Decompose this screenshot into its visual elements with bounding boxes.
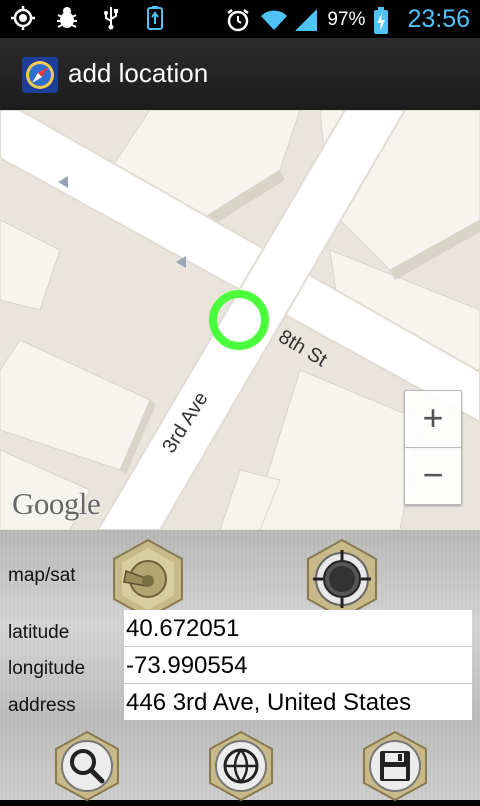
google-attribution-logo: Google: [12, 486, 101, 521]
action-bar: add location: [0, 38, 480, 112]
map-view[interactable]: 8th St 3rd Ave Google + −: [0, 110, 480, 530]
search-button[interactable]: [52, 730, 122, 806]
save-button[interactable]: [360, 730, 430, 806]
battery-settings-icon: [142, 5, 168, 31]
address-label: address: [8, 695, 76, 716]
screen-title: add location: [68, 58, 209, 88]
battery-charging-icon: [373, 6, 399, 34]
control-panel: map/sat latitude 40.672051 longitude -73…: [0, 530, 480, 802]
battery-percent: 97%: [327, 8, 366, 30]
signal-icon: [293, 7, 319, 33]
status-bar: 97% 23:56: [0, 0, 480, 38]
zoom-in-button[interactable]: +: [404, 390, 462, 448]
latitude-label: latitude: [8, 622, 70, 643]
longitude-field[interactable]: -73.990554: [124, 647, 472, 683]
compass-app-icon[interactable]: [22, 57, 58, 93]
globe-button[interactable]: [206, 730, 276, 806]
usb-icon: [98, 5, 124, 31]
latitude-field[interactable]: 40.672051: [124, 610, 472, 646]
address-field[interactable]: 446 3rd Ave, United States: [124, 684, 472, 720]
map-sat-label: map/sat: [8, 565, 76, 586]
gps-icon: [10, 5, 36, 31]
clock-time: 23:56: [407, 5, 470, 33]
zoom-out-button[interactable]: −: [404, 447, 462, 505]
wifi-icon: [259, 7, 288, 33]
alarm-clock-icon: [225, 7, 251, 33]
debug-bug-icon: [54, 5, 80, 31]
longitude-label: longitude: [8, 658, 86, 679]
